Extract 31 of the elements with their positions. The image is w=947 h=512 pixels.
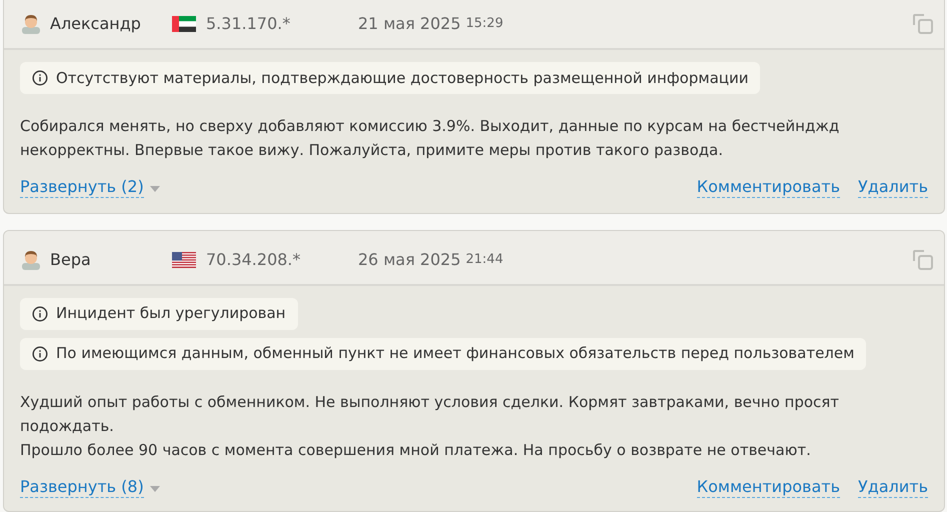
flag-icon (172, 252, 196, 268)
expand-link[interactable]: Развернуть (2) (20, 177, 144, 198)
info-icon (32, 306, 48, 322)
action-link[interactable]: Комментировать (696, 177, 840, 198)
review-text: Собирался менять, но сверху добавляют комиссию 3.9%. Выходит, данные по курсам на бестчейнджд некорректны. Впервые такое вижу. Пожалуйста, примите меры против такого развода. (20, 116, 840, 161)
review-date: 26 мая 2025 (358, 248, 461, 270)
caret-icon (150, 186, 160, 192)
notice-text: Инцидент был урегулирован (56, 303, 286, 324)
review-text: Прошло более 90 часов с момента совершения мной платежа. На просьбу о возврате не отвечают. (20, 440, 812, 460)
user-avatar-icon (21, 250, 41, 270)
action-link[interactable]: Комментировать (696, 476, 840, 498)
caret-icon (150, 486, 160, 492)
ip-address: 5.31.170.* (206, 13, 292, 35)
review-time: 21:44 (466, 250, 504, 269)
action-link[interactable]: Удалить (858, 476, 928, 498)
author-name: Вера (50, 248, 92, 270)
author-name: Александр (50, 13, 142, 35)
info-icon (32, 70, 48, 86)
user-avatar-icon (21, 14, 41, 34)
expand-link[interactable]: Развернуть (8) (20, 476, 144, 498)
review-text: Худший опыт работы с обменником. Не выполняют условия сделки. Кормят завтраками, вечно просят подождать. (20, 392, 840, 436)
copy-icon[interactable] (912, 13, 934, 35)
notice-text: Отсутствуют материалы, подтверждающие достоверность размещенной информации (56, 68, 748, 89)
review-date: 21 мая 2025 (358, 13, 461, 35)
info-icon (32, 346, 48, 362)
ip-address: 70.34.208.* (206, 248, 302, 270)
copy-icon[interactable] (912, 248, 934, 270)
action-link[interactable]: Удалить (858, 177, 928, 198)
notice-text: По имеющимся данным, обменный пункт не имеет финансовых обязательств перед пользователем (56, 343, 854, 364)
review-time: 15:29 (466, 15, 504, 34)
flag-icon (172, 16, 196, 32)
